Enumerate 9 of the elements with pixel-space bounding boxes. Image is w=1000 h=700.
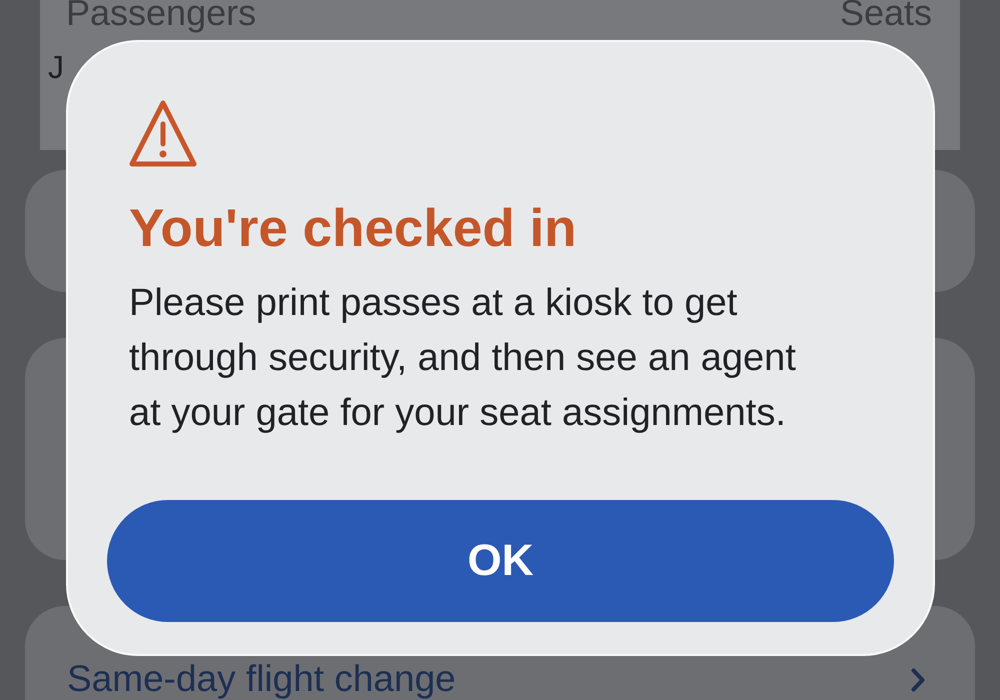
alert-title: You're checked in — [129, 199, 577, 259]
row-label: Same-day flight change — [67, 658, 456, 700]
passenger-name: J — [48, 50, 64, 84]
section-heading: Passengers — [66, 0, 256, 32]
column-heading: Seats — [840, 0, 932, 32]
chevron-right-icon — [911, 668, 925, 692]
ok-button[interactable]: OK — [107, 500, 894, 622]
alert-message: Please print passes at a kiosk to get through security, and then see an agent at your gate for your seat assignments. — [129, 281, 797, 436]
warning-icon — [129, 100, 197, 168]
